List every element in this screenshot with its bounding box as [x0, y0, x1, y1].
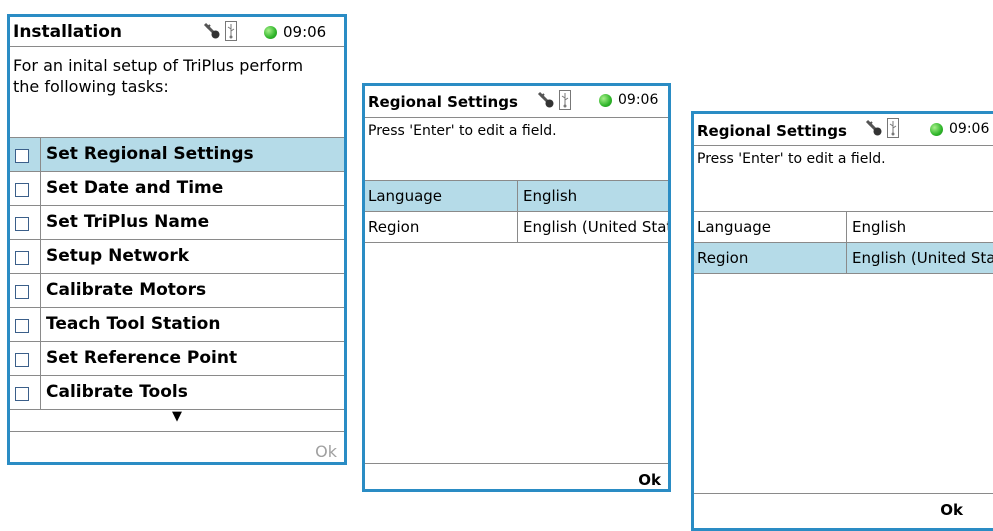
key-icon	[537, 91, 555, 109]
checkbox-cell	[10, 206, 41, 239]
screen-title: Regional Settings	[368, 93, 518, 111]
task-label: Set TriPlus Name	[46, 212, 210, 232]
status-led-icon	[264, 25, 277, 39]
instructions-text: For an inital setup of TriPlus perform t…	[13, 56, 304, 96]
task-row[interactable]: Calibrate Motors	[10, 274, 344, 308]
ok-button[interactable]: Ok	[638, 471, 661, 489]
task-row[interactable]: Set Regional Settings	[10, 138, 344, 172]
checkbox-cell	[10, 342, 41, 375]
task-row[interactable]: Calibrate Tools	[10, 376, 344, 410]
field-table: Language English Region English (United …	[365, 180, 668, 243]
instructions-text: Press 'Enter' to edit a field.	[697, 151, 886, 167]
task-row[interactable]: Set Date and Time	[10, 172, 344, 206]
task-row[interactable]: Teach Tool Station	[10, 308, 344, 342]
ok-button[interactable]: Ok	[315, 442, 337, 461]
field-row-region[interactable]: Region English (United States)	[365, 212, 668, 243]
task-row[interactable]: Setup Network	[10, 240, 344, 274]
key-icon	[203, 22, 221, 40]
task-label: Setup Network	[46, 246, 190, 266]
field-value: English (United States)	[852, 249, 993, 267]
field-name: Region	[368, 218, 420, 236]
divider	[694, 493, 993, 494]
clock-status: 09:06	[264, 23, 326, 41]
screen-title: Regional Settings	[697, 122, 847, 140]
status-icons	[865, 118, 899, 138]
clock-status: 09:06	[599, 92, 658, 108]
field-value: English (United States)	[523, 218, 668, 236]
checkbox-icon[interactable]	[15, 353, 29, 367]
field-value: English	[852, 218, 907, 236]
regional-settings-screen-language: Regional Settings 09:06 Press 'Enter' to…	[362, 83, 671, 492]
field-row-language[interactable]: Language English	[694, 212, 993, 243]
task-label: Calibrate Motors	[46, 280, 207, 300]
clock-status: 09:06	[930, 121, 989, 137]
checkbox-cell	[10, 308, 41, 341]
task-label: Set Regional Settings	[46, 144, 254, 164]
screen-title: Installation	[13, 22, 123, 42]
field-name: Region	[697, 249, 749, 267]
status-led-icon	[930, 122, 943, 136]
field-table: Language English Region English (United …	[694, 211, 993, 274]
task-label: Calibrate Tools	[46, 382, 188, 402]
regional-settings-screen-region: Regional Settings 09:06 Press 'Enter' to…	[691, 111, 993, 531]
checkbox-cell	[10, 376, 41, 409]
checkbox-icon[interactable]	[15, 285, 29, 299]
title-bar: Installation 09:06	[10, 17, 344, 47]
field-value: English	[523, 187, 578, 205]
checkbox-icon[interactable]	[15, 251, 29, 265]
task-list: Set Regional Settings Set Date and Time Se…	[10, 137, 344, 410]
installation-screen: Installation 09:06 For an inital setup o…	[7, 14, 347, 465]
task-row[interactable]: Set Reference Point	[10, 342, 344, 376]
checkbox-icon[interactable]	[15, 217, 29, 231]
checkbox-cell	[10, 138, 41, 171]
usb-icon	[887, 118, 899, 138]
field-row-language[interactable]: Language English	[365, 181, 668, 212]
status-led-icon	[599, 93, 612, 107]
checkbox-cell	[10, 274, 41, 307]
clock-time: 09:06	[283, 23, 327, 41]
title-bar: Regional Settings 09:06	[694, 114, 993, 146]
field-name: Language	[697, 218, 772, 236]
checkbox-icon[interactable]	[15, 387, 29, 401]
clock-time: 09:06	[949, 121, 990, 137]
task-label: Set Reference Point	[46, 348, 238, 368]
usb-icon	[225, 21, 237, 41]
task-label: Set Date and Time	[46, 178, 224, 198]
key-icon	[865, 119, 883, 137]
checkbox-cell	[10, 240, 41, 273]
field-name: Language	[368, 187, 443, 205]
ok-button[interactable]: Ok	[940, 501, 963, 519]
divider	[10, 431, 344, 432]
field-row-region[interactable]: Region English (United States)	[694, 243, 993, 274]
usb-icon	[559, 90, 571, 110]
checkbox-icon[interactable]	[15, 149, 29, 163]
checkbox-icon[interactable]	[15, 183, 29, 197]
checkbox-cell	[10, 172, 41, 205]
task-label: Teach Tool Station	[46, 314, 221, 334]
task-row[interactable]: Set TriPlus Name	[10, 206, 344, 240]
clock-time: 09:06	[618, 92, 659, 108]
title-bar: Regional Settings 09:06	[365, 86, 668, 118]
checkbox-icon[interactable]	[15, 319, 29, 333]
status-icons	[203, 21, 237, 41]
instructions-text: Press 'Enter' to edit a field.	[368, 123, 557, 139]
down-arrow-icon[interactable]: ▼	[10, 409, 344, 424]
divider	[365, 463, 668, 464]
status-icons	[537, 90, 571, 110]
